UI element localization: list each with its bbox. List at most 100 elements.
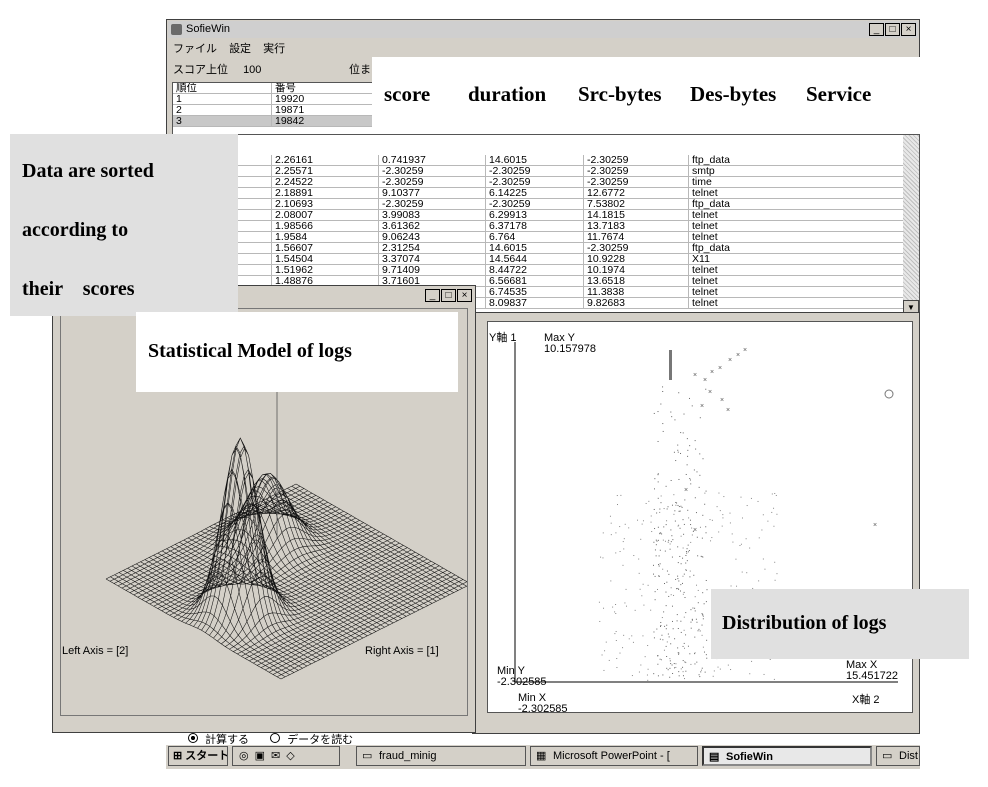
scatter-point [682, 671, 684, 673]
scatter-point [774, 492, 776, 494]
max-y-value: 10.157978 [544, 343, 596, 355]
score-top-value[interactable]: 100 [243, 64, 261, 76]
taskbar-item-fraud[interactable]: ▭ fraud_minig [356, 746, 526, 766]
scatter-point [690, 663, 692, 665]
scatter-point [609, 515, 611, 517]
scatter-point [746, 572, 748, 574]
maximize-button[interactable]: □ [885, 23, 900, 36]
scatter-point [700, 669, 702, 671]
table-row[interactable]: 274182.25571-2.30259-2.30259-2.30259smtp [173, 166, 919, 177]
scatter-point [634, 609, 636, 611]
scatter-point [685, 554, 687, 556]
scatter-point [664, 583, 666, 585]
scatter-point [696, 661, 698, 663]
table-row-selected[interactable]: 3 19842 [173, 116, 376, 127]
scatter-point [640, 664, 642, 666]
scatter-point [617, 504, 619, 506]
scatter-point [602, 532, 604, 534]
scatter-point [690, 483, 692, 485]
grid-cell: 9.06243 [378, 232, 485, 243]
table-row[interactable]: 287222.10693-2.30259-2.302597.53802ftp_d… [173, 199, 919, 210]
scatter-point [677, 578, 679, 580]
grid-cell: ftp_data [688, 243, 791, 254]
rank-until-label: 位ま [349, 64, 371, 76]
start-button[interactable]: ⊞ スタート [168, 746, 228, 766]
radio-read[interactable] [270, 733, 281, 743]
scatter-point [675, 666, 677, 668]
quick-launch[interactable]: ◎▣✉◇ [232, 746, 340, 766]
grid-cell: -2.30259 [378, 166, 485, 177]
scatter-point [685, 662, 687, 664]
grid-cell: 2.10693 [271, 199, 378, 210]
scatter-point [648, 500, 650, 502]
table-row[interactable]: 2 19871 [173, 105, 376, 116]
radio-calc[interactable] [188, 733, 198, 743]
table-row[interactable]: 235901.95849.062436.76411.7674telnet [173, 232, 919, 243]
grid-cell: -2.30259 [378, 199, 485, 210]
grid-cell: telnet [688, 221, 791, 232]
taskbar-item-sofiewin[interactable]: ▤ SofieWin [702, 746, 872, 766]
table-row[interactable]: 259072.24522-2.30259-2.30259-2.30259time [173, 177, 919, 188]
taskbar-item-powerpoint[interactable]: ▦ Microsoft PowerPoint - [ [530, 746, 698, 766]
scatter-point [702, 556, 704, 558]
scatter-point [656, 628, 658, 630]
model-maximize-button[interactable]: □ [441, 289, 456, 302]
scatter-point [672, 539, 674, 541]
scatter-point [673, 494, 675, 496]
scatter-point [740, 496, 742, 498]
scatter-point [670, 594, 672, 596]
scatter-point [657, 663, 659, 665]
scatter-point [677, 562, 679, 564]
table-row[interactable]: 187321.566072.3125414.6015-2.30259ftp_da… [173, 243, 919, 254]
scatter-point [683, 413, 685, 415]
scatter-point [702, 458, 704, 460]
scatter-point [705, 490, 707, 492]
scatter-point [686, 552, 688, 554]
scatter-point [669, 667, 671, 669]
scatter-point [662, 423, 664, 425]
menu-settings[interactable]: 設定 [229, 43, 251, 55]
scatter-marker: × [718, 365, 722, 372]
table-row[interactable]: 244581.985663.613626.3717813.7183telnet [173, 221, 919, 232]
scatter-point [694, 610, 696, 612]
table-row[interactable]: 221082.188919.103776.1422512.6772telnet [173, 188, 919, 199]
scatter-marker: × [708, 389, 712, 396]
scatter-point [705, 388, 707, 390]
scatter-point [664, 540, 666, 542]
grid-cell: -2.30259 [485, 199, 583, 210]
model-close-button[interactable]: × [457, 289, 472, 302]
grid-cell: 7.53802 [583, 199, 688, 210]
scatter-point [690, 541, 692, 543]
table-row[interactable]: 255012.261610.74193714.6015-2.30259ftp_d… [173, 155, 919, 166]
scatter-point [776, 573, 778, 575]
scatter-point [691, 619, 693, 621]
model-minimize-button[interactable]: _ [425, 289, 440, 302]
grid-scrollbar[interactable] [903, 135, 919, 315]
menu-file[interactable]: ファイル [173, 43, 217, 55]
table-row[interactable]: 283732.080073.990836.2991314.1815telnet [173, 210, 919, 221]
close-button[interactable]: × [901, 23, 916, 36]
minimize-button[interactable]: _ [869, 23, 884, 36]
scatter-point [663, 649, 665, 651]
scatter-point [681, 506, 683, 508]
scatter-point [694, 652, 696, 654]
scatter-point [686, 560, 688, 562]
scatter-point [741, 517, 743, 519]
scatter-point [682, 557, 684, 559]
table-row[interactable]: 125491.519629.714098.4472210.1974telnet [173, 265, 919, 276]
grid-cell: ftp_data [688, 155, 791, 166]
number-header[interactable]: 番号 [271, 83, 376, 94]
menu-run[interactable]: 実行 [263, 43, 285, 55]
scatter-point [650, 521, 652, 523]
scatter-point [661, 617, 663, 619]
scatter-point [684, 661, 686, 663]
sofiewin-titlebar[interactable]: SofieWin _ □ × [168, 21, 918, 38]
scatter-point [746, 505, 748, 507]
table-row[interactable]: 1 19920 [173, 94, 376, 105]
scatter-point [762, 558, 764, 560]
taskbar-item-dist[interactable]: ▭ Dist [876, 746, 920, 766]
scatter-point [670, 587, 672, 589]
table-row[interactable]: 223041.545043.3707414.564410.9228X11 [173, 254, 919, 265]
scatter-point [602, 557, 604, 559]
rank-header[interactable]: 順位 [173, 83, 271, 94]
